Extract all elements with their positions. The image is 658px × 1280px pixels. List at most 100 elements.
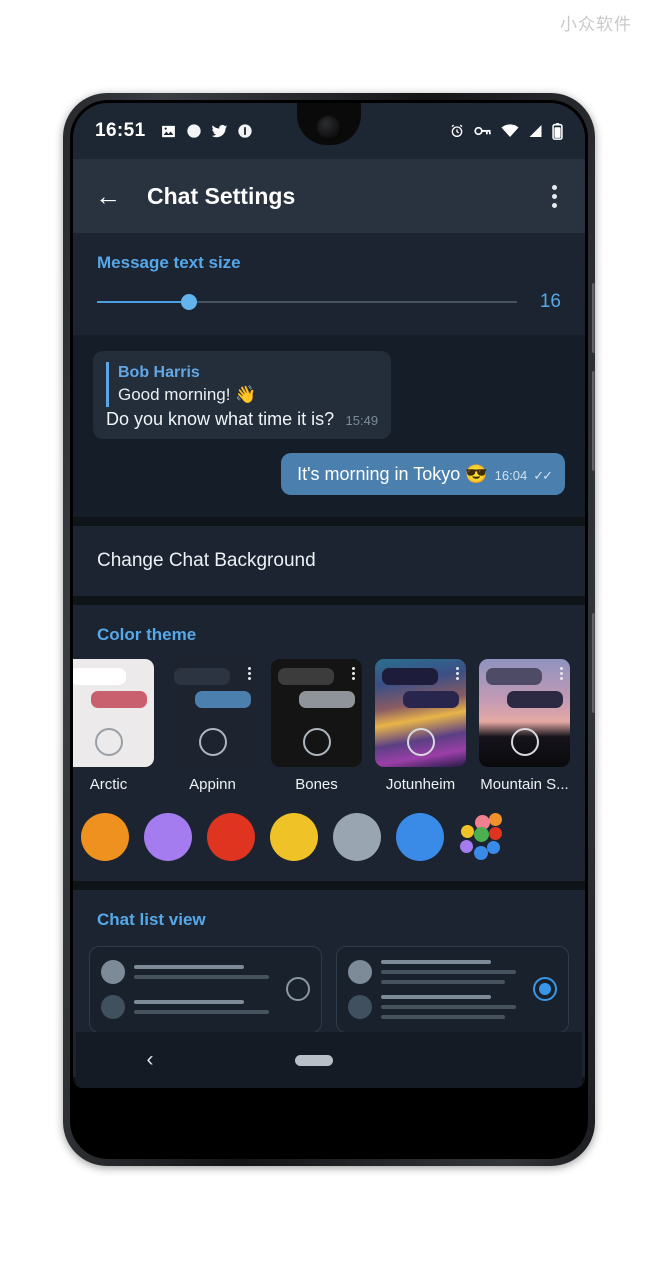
theme-select-circle[interactable] [510,727,539,756]
phone-bezel: 16:51 ← Chat Settings Message text size … [70,100,588,1159]
theme-card[interactable]: Bones [271,658,362,793]
preview-text-line [381,1014,506,1019]
chat-list-view-radio[interactable] [533,977,557,1002]
alarm-icon [451,124,463,137]
picker-dot [487,840,500,854]
app-bar: ← Chat Settings [73,159,585,233]
theme-preview-outgoing-bubble [195,690,251,708]
watermark: 小众软件 [560,15,632,35]
custom-color-picker[interactable] [459,812,507,861]
theme-name: Bones [295,775,338,793]
theme-select-circle[interactable] [198,727,227,756]
status-bar-notification-icons [160,123,253,140]
slider-thumb[interactable] [181,294,198,310]
text-size-value: 16 [539,291,561,312]
preview-list-row [348,959,522,984]
preview-text-line [134,974,270,979]
theme-thumbnail[interactable] [73,658,154,767]
picker-dot [474,826,489,842]
vpn-key-icon [474,126,491,136]
nav-home-pill[interactable] [294,1054,333,1066]
slider-fill [97,301,190,303]
section-change-chat-background[interactable]: Change Chat Background [73,525,585,596]
theme-select-circle[interactable] [406,727,435,756]
status-bar: 16:51 [73,103,585,159]
chat-preview: Bob Harris Good morning! 👋 Do you know w… [73,335,585,517]
theme-name: Appinn [189,775,236,793]
nav-back-button[interactable]: ‹ [147,1048,154,1072]
message-text-size-slider-row: 16 [73,279,585,335]
theme-thumbnail[interactable] [375,658,466,767]
color-swatch-blue[interactable] [396,812,444,861]
theme-preview-incoming-bubble [278,667,334,685]
theme-preview-incoming-bubble [73,667,126,685]
message-text-size-header: Message text size [97,253,241,272]
chat-list-view-option[interactable] [336,945,569,1033]
theme-card[interactable]: Arctic [73,658,154,793]
section-message-text-size: Message text size 16 Bob Harris Good mor… [73,233,585,517]
preview-avatar [348,959,372,984]
theme-overflow-dots-icon[interactable] [248,666,251,680]
preview-list-row [348,994,522,1019]
dot [552,193,557,199]
theme-card[interactable]: Mountain S... [479,658,570,793]
side-button-volume-down[interactable] [592,371,595,471]
camera-notch [297,103,361,145]
incoming-message-time: 15:49 [345,412,379,428]
signal-icon [529,125,542,137]
color-swatch-orange[interactable] [81,812,129,861]
twitter-icon [211,124,227,137]
side-button-power[interactable] [592,613,595,713]
theme-select-circle[interactable] [94,727,123,756]
theme-overflow-dots-icon[interactable] [560,666,563,680]
chat-list-view-radio[interactable] [286,977,310,1002]
theme-card-list[interactable]: Arctic Appinn Bones Jotunheim Mountain S... [73,651,585,799]
picker-dot [489,826,502,840]
change-chat-background-label[interactable]: Change Chat Background [73,526,585,596]
preview-list-row [101,994,275,1019]
theme-card[interactable]: Jotunheim [375,658,466,793]
back-button[interactable]: ← [95,183,121,209]
preview-text-line [381,979,506,984]
divider [73,595,585,605]
preview-text-lines [381,994,522,1019]
incoming-message-text: Do you know what time it is? [106,408,335,429]
color-swatch-purple[interactable] [144,812,192,861]
theme-card[interactable]: Appinn [167,658,258,793]
preview-avatar [101,959,125,984]
theme-preview-outgoing-bubble [299,690,355,708]
outgoing-message-bubble: It's morning in Tokyo 😎 16:04 ✓✓ [281,452,565,495]
picker-dot [461,824,474,838]
theme-thumbnail[interactable] [271,658,362,767]
color-swatch-red[interactable] [207,812,255,861]
theme-overflow-dots-icon[interactable] [352,666,355,680]
picker-dot [474,845,488,860]
overflow-menu-button[interactable] [546,179,563,214]
dot [552,202,557,208]
theme-thumbnail[interactable] [167,658,258,767]
battery-icon [552,122,563,140]
theme-overflow-dots-icon[interactable] [456,666,459,680]
chat-list-view-option[interactable] [89,945,322,1033]
side-button-volume-up[interactable] [592,283,595,353]
status-bar-clock: 16:51 [95,120,146,141]
theme-preview-incoming-bubble [174,667,230,685]
color-swatch-yellow[interactable] [270,812,318,861]
theme-select-circle[interactable] [302,727,331,756]
theme-preview-incoming-bubble [382,667,438,685]
text-size-slider[interactable] [97,294,517,310]
divider [73,516,585,526]
theme-thumbnail[interactable] [479,658,570,767]
theme-preview-outgoing-bubble [91,690,147,708]
theme-preview-outgoing-bubble [507,690,563,708]
color-theme-header: Color theme [97,624,197,644]
option-preview [101,959,275,1019]
accent-color-swatches[interactable] [73,799,585,881]
preview-text-line [134,1009,270,1014]
preview-text-line [134,964,244,969]
preview-text-line [134,999,244,1004]
color-swatch-gray-blue[interactable] [333,812,381,861]
picker-dot [460,839,473,853]
divider [73,880,585,890]
info-app-icon [237,124,252,138]
